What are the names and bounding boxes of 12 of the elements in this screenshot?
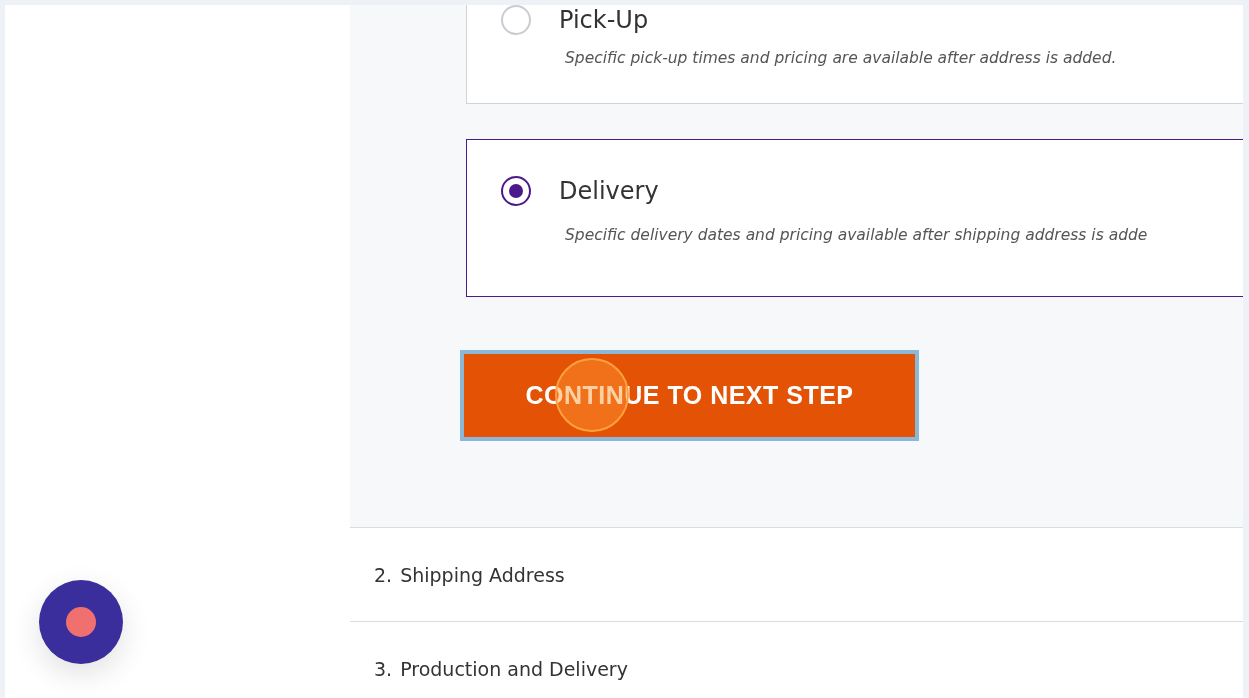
option-description: Specific delivery dates and pricing available after shipping address is adde bbox=[565, 226, 1149, 244]
option-label: Pick-Up bbox=[559, 6, 649, 34]
radio-button[interactable] bbox=[501, 176, 531, 206]
step-number: 2. bbox=[374, 563, 393, 586]
step-title[interactable]: Production and Delivery bbox=[400, 657, 628, 680]
option-description: Specific pick-up times and pricing are available after address is added. bbox=[565, 49, 1118, 67]
continue-button[interactable]: CONTINUE TO NEXT STEP bbox=[460, 350, 919, 441]
delivery-option-card[interactable]: Delivery Specific delivery dates and pricing available after shipping address is adde bbox=[466, 139, 1243, 297]
step-title[interactable]: Shipping Address bbox=[400, 563, 565, 586]
option-label: Delivery bbox=[559, 177, 659, 205]
step-number: 3. bbox=[374, 657, 393, 680]
delivery-option-card[interactable]: Pick-Up Specific pick-up times and pricing are available after address is added. bbox=[466, 5, 1243, 104]
